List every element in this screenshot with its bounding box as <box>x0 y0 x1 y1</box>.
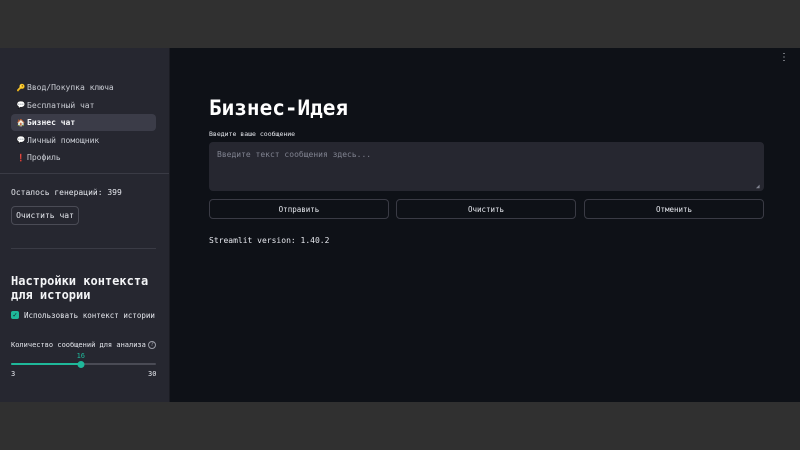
slider-label: Количество сообщений для анализа <box>11 341 146 349</box>
message-input[interactable] <box>209 142 764 191</box>
sidebar-item-label: Бесплатный чат <box>27 100 95 110</box>
kebab-menu-icon[interactable]: ⋮ <box>779 52 789 63</box>
sidebar-item-key[interactable]: 🔑 Ввод/Покупка ключа <box>11 79 156 96</box>
message-input-label: Введите ваше сообщение <box>209 130 296 138</box>
sidebar-item-label: Личный помощник <box>27 135 100 145</box>
generations-left: Осталось генераций: 399 <box>11 188 122 197</box>
page-title: Бизнес-Идея <box>209 96 349 120</box>
slider-thumb[interactable] <box>77 360 85 368</box>
version-text: Streamlit version: 1.40.2 <box>209 236 330 245</box>
sidebar-item-label: Бизнес чат <box>27 118 76 127</box>
sidebar: 🔑 Ввод/Покупка ключа 💬 Бесплатный чат 🏠 … <box>0 48 170 402</box>
send-button[interactable]: Отправить <box>209 199 389 219</box>
speech-bubble-icon: 💬 <box>16 101 26 109</box>
app-window: 🔑 Ввод/Покупка ключа 💬 Бесплатный чат 🏠 … <box>0 48 800 402</box>
sidebar-item-personal-assistant[interactable]: 💬 Личный помощник <box>11 132 156 149</box>
house-icon: 🏠 <box>16 118 26 127</box>
main-content: ⋮ Бизнес-Идея Введите ваше сообщение ◢ О… <box>171 48 800 402</box>
slider-fill <box>11 363 81 365</box>
clear-chat-button[interactable]: Очистить чат <box>11 206 79 225</box>
clear-button[interactable]: Очистить <box>396 199 576 219</box>
resize-grip-icon[interactable]: ◢ <box>756 183 760 190</box>
use-context-checkbox[interactable]: ✓ <box>11 311 19 319</box>
speech-bubble-icon: 💬 <box>16 136 26 144</box>
cancel-button[interactable]: Отменить <box>584 199 764 219</box>
sidebar-item-profile[interactable]: ❗ Профиль <box>11 149 156 166</box>
context-settings-title: Настройки контекста для истории <box>11 274 149 302</box>
messages-slider[interactable] <box>11 360 156 368</box>
sidebar-item-free-chat[interactable]: 💬 Бесплатный чат <box>11 97 156 114</box>
key-icon: 🔑 <box>16 83 26 92</box>
slider-min: 3 <box>11 370 16 378</box>
sidebar-item-label: Профиль <box>27 153 61 162</box>
help-icon[interactable]: ? <box>148 341 156 349</box>
sidebar-nav: 🔑 Ввод/Покупка ключа 💬 Бесплатный чат 🏠 … <box>11 79 156 167</box>
use-context-checkbox-row[interactable]: ✓ Использовать контекст истории <box>11 310 161 321</box>
nav-divider <box>0 173 169 174</box>
slider-max: 30 <box>148 370 157 378</box>
exclamation-icon: ❗ <box>16 153 26 162</box>
use-context-label: Использовать контекст истории <box>24 311 155 320</box>
slider-value: 16 <box>76 352 86 360</box>
section-divider <box>11 248 156 249</box>
sidebar-item-business-chat[interactable]: 🏠 Бизнес чат <box>11 114 156 131</box>
sidebar-item-label: Ввод/Покупка ключа <box>27 83 114 92</box>
